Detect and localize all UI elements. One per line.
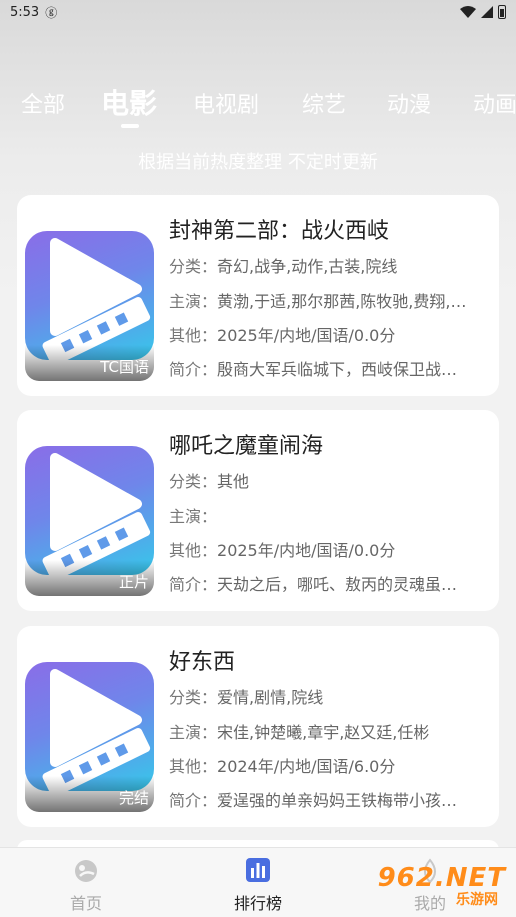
nav-home-label: 首页 [69,894,102,913]
category-value: 其他 [217,472,250,491]
signal-icon [481,6,493,18]
poster-badge: 完结 [118,789,149,807]
movie-poster[interactable]: TC国语 [25,231,154,381]
intro-label: 简介： [169,360,218,379]
other-value: 2024年/内地/国语/6.0分 [217,757,396,776]
movie-title[interactable]: 好东西 [169,644,235,676]
movie-intro: 简介：殷商大军兵临城下，西岐保卫战… [169,356,487,380]
category-label: 分类： [169,688,218,707]
cast-label: 主演： [169,292,218,311]
poster-art [25,231,154,366]
site-watermark: 962.NET 乐游网 [378,863,508,909]
tab-all[interactable]: 全部 [21,87,65,119]
movie-other: 其他：2024年/内地/国语/6.0分 [169,753,487,777]
film-play-icon [42,238,151,366]
other-value: 2025年/内地/国语/0.0分 [217,541,396,560]
intro-label: 简介： [169,791,218,810]
cast-value: 黄渤,于适,那尔那茜,陈牧驰,费翔,… [217,292,467,311]
category-value: 奇幻,战争,动作,古装,院线 [217,257,398,276]
intro-value: 天劫之后，哪吒、敖丙的灵魂虽… [217,575,458,594]
movie-title[interactable]: 哪吒之魔童闹海 [169,428,323,460]
poster-badge: 正片 [118,573,149,591]
battery-icon [498,5,506,19]
movie-intro: 简介：天劫之后，哪吒、敖丙的灵魂虽… [169,571,487,595]
home-icon [75,860,97,882]
movie-category: 分类：其他 [169,468,487,492]
movie-poster[interactable]: 正片 [25,446,154,596]
sync-icon: ⓖ [45,5,58,20]
category-value: 爱情,剧情,院线 [217,688,324,707]
category-tabs: 全部 电影 电视剧 综艺 动漫 动画 [0,80,516,128]
page-subtitle: 根据当前热度整理 不定时更新 [138,152,378,173]
cast-value: 宋佳,钟楚曦,章宇,赵又廷,任彬 [217,723,430,742]
movie-cast: 主演： [169,503,487,527]
tab-anime[interactable]: 动漫 [387,87,431,119]
category-label: 分类： [169,472,218,491]
poster-art [25,662,154,797]
other-label: 其他： [169,541,218,560]
movie-other: 其他：2025年/内地/国语/0.0分 [169,537,487,561]
cast-label: 主演： [169,507,218,526]
nav-ranking-label: 排行榜 [233,894,282,913]
movie-other: 其他：2025年/内地/国语/0.0分 [169,322,487,346]
category-label: 分类： [169,257,218,276]
wifi-icon [460,6,476,18]
status-bar: 5:53 ⓖ [0,0,516,24]
intro-value: 殷商大军兵临城下，西岐保卫战… [217,360,458,379]
movie-cast: 主演：黄渤,于适,那尔那茜,陈牧驰,费翔,… [169,288,487,312]
movie-card[interactable]: TC国语 封神第二部：战火西岐 分类：奇幻,战争,动作,古装,院线 主演：黄渤,… [17,195,499,396]
ranking-icon [246,858,270,882]
tab-tv-series[interactable]: 电视剧 [193,87,259,119]
movie-cast: 主演：宋佳,钟楚曦,章宇,赵又廷,任彬 [169,719,487,743]
watermark-text: 乐游网 [456,892,498,908]
app-screen: 5:53 ⓖ 全部 电影 电视剧 综艺 动漫 动画 根据当前热度整理 不定时更新 [0,0,516,917]
other-value: 2025年/内地/国语/0.0分 [217,326,396,345]
intro-label: 简介： [169,575,218,594]
other-label: 其他： [169,757,218,776]
status-icons [460,5,506,19]
nav-ranking[interactable]: 排行榜 [218,856,298,914]
active-tab-indicator [121,124,139,128]
intro-value: 爱逞强的单亲妈妈王铁梅带小孩… [217,791,458,810]
movie-card[interactable]: 完结 好东西 分类：爱情,剧情,院线 主演：宋佳,钟楚曦,章宇,赵又廷,任彬 其… [17,626,499,827]
cast-label: 主演： [169,723,218,742]
other-label: 其他： [169,326,218,345]
movie-category: 分类：爱情,剧情,院线 [169,684,487,708]
film-play-icon [42,669,151,797]
tab-animation[interactable]: 动画 [473,87,516,119]
status-time: 5:53 [10,4,40,20]
movie-intro: 简介：爱逞强的单亲妈妈王铁梅带小孩… [169,787,487,811]
nav-home[interactable]: 首页 [46,856,126,914]
movie-category: 分类：奇幻,战争,动作,古装,院线 [169,253,487,277]
poster-badge: TC国语 [100,358,149,376]
movie-card[interactable]: 正片 哪吒之魔童闹海 分类：其他 主演： 其他：2025年/内地/国语/0.0分… [17,410,499,611]
poster-art [25,446,154,581]
movie-poster[interactable]: 完结 [25,662,154,812]
tab-variety[interactable]: 综艺 [302,87,346,119]
film-play-icon [42,453,151,581]
movie-title[interactable]: 封神第二部：战火西岐 [169,213,389,245]
tab-movie[interactable]: 电影 [101,82,157,122]
